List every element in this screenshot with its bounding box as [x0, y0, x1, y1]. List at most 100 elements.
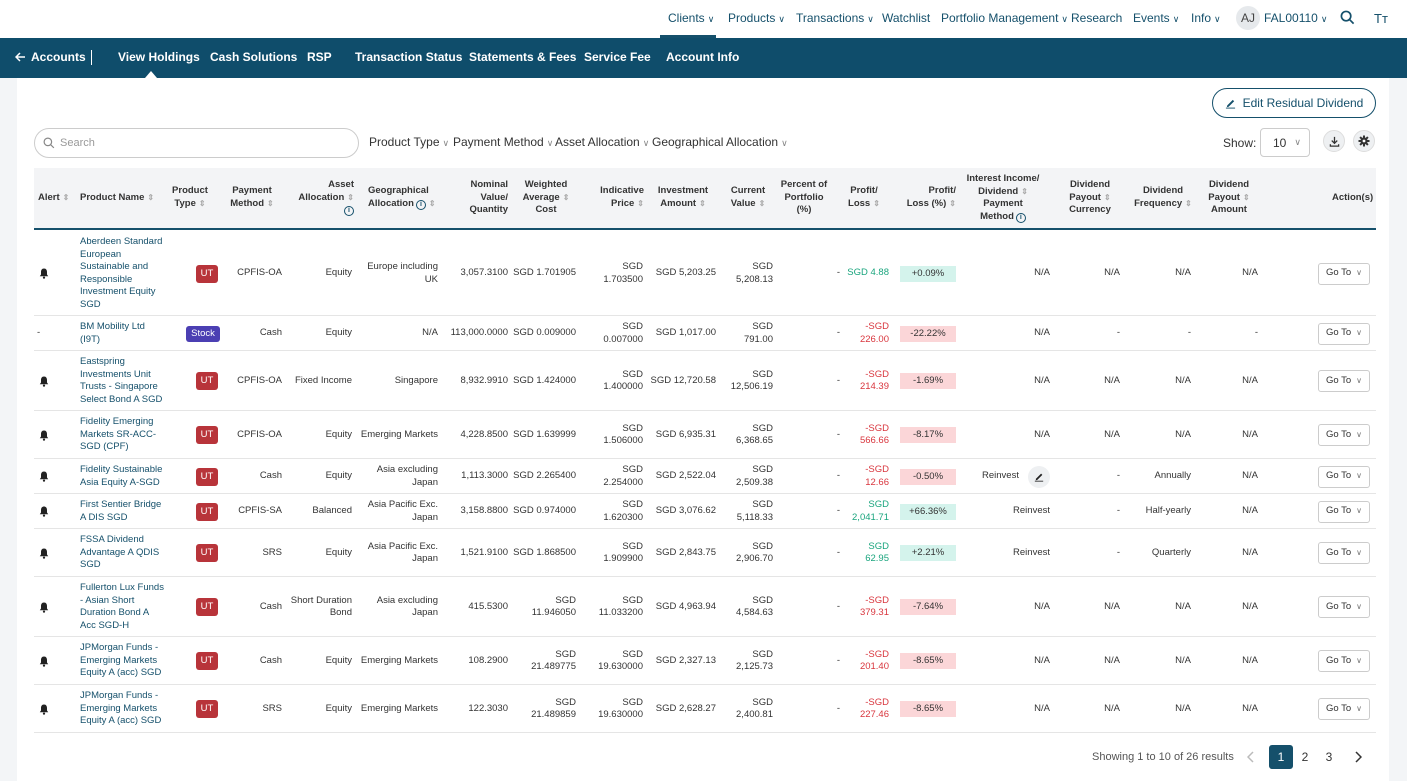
product-name-link[interactable]: BM Mobility Ltd (I9T)	[80, 321, 170, 346]
go-to-dropdown[interactable]: Go To ∨	[1318, 542, 1370, 564]
product-name-link[interactable]: JPMorgan Funds - Emerging Markets Equity A…	[80, 642, 170, 680]
col-payment-method[interactable]: Payment Method ⇕	[230, 185, 274, 210]
col-dividend-amount[interactable]: Dividend Payout ⇕ Amount	[1202, 179, 1256, 217]
col-geographical-allocation[interactable]: Geographical Allocation i ⇕	[368, 185, 448, 210]
bell-icon[interactable]	[39, 376, 49, 392]
go-to-dropdown[interactable]: Go To ∨	[1318, 650, 1370, 672]
page-1-button[interactable]: 1	[1269, 745, 1293, 769]
edit-dividend-method-button[interactable]	[1028, 465, 1050, 488]
product-name-link[interactable]: FSSA Dividend Advantage A QDIS SGD	[80, 534, 170, 572]
product-name-link[interactable]: Aberdeen Standard European Sustainable and…	[80, 236, 170, 311]
go-to-dropdown[interactable]: Go To ∨	[1318, 370, 1370, 392]
bell-icon[interactable]	[39, 268, 49, 284]
go-to-dropdown[interactable]: Go To ∨	[1318, 500, 1370, 523]
product-name-link[interactable]: Fidelity Emerging Markets SR-ACC- SGD (CPF…	[80, 416, 170, 454]
product-name-link[interactable]: JPMorgan Funds - Emerging Markets Equity A…	[80, 690, 170, 728]
bell-icon[interactable]	[39, 704, 49, 720]
filter-geographical-allocation[interactable]: Geographical Allocation ∨	[652, 135, 788, 149]
tab-transaction-status[interactable]: Transaction Status	[355, 50, 462, 64]
col-nominal-value[interactable]: Nominal Value/Quantity	[452, 179, 508, 217]
product-name-link[interactable]: Eastspring Investments Unit Trusts - Singa…	[80, 356, 170, 406]
nav-transactions[interactable]: Transactions ∨	[796, 11, 874, 25]
bell-icon[interactable]	[39, 548, 49, 564]
filter-payment-method[interactable]: Payment Method ∨	[453, 135, 553, 149]
nav-portfolio-management[interactable]: Portfolio Management ∨	[941, 11, 1068, 25]
col-percent-portfolio[interactable]: Percent of Portfolio (%)	[778, 179, 830, 217]
back-to-accounts[interactable]: Accounts	[14, 50, 86, 64]
nav-events[interactable]: Events ∨	[1133, 11, 1179, 25]
product-name-link[interactable]: Fidelity Sustainable Asia Equity A-SGD	[80, 464, 170, 489]
col-current-value[interactable]: Current Value ⇕	[726, 185, 770, 210]
info-icon[interactable]: i	[344, 206, 354, 216]
col-alert[interactable]: Alert ⇕	[38, 192, 69, 205]
tab-cash-solutions[interactable]: Cash Solutions	[210, 50, 297, 64]
cell-line: Short Duration	[290, 594, 352, 606]
col-product-name[interactable]: Product Name ⇕	[80, 192, 154, 205]
col-dividend-currency[interactable]: Dividend Payout ⇕ Currency	[1062, 179, 1118, 217]
col-asset-allocation[interactable]: Asset Allocation ⇕ i	[292, 179, 354, 217]
go-to-dropdown[interactable]: Go To ∨	[1318, 424, 1370, 446]
go-to-dropdown[interactable]: Go To ∨	[1318, 262, 1370, 285]
user-avatar[interactable]: AJ	[1236, 6, 1260, 30]
info-icon[interactable]: i	[415, 199, 426, 210]
tab-service-fee[interactable]: Service Fee	[584, 50, 651, 64]
page-3-button[interactable]: 3	[1317, 745, 1341, 769]
nav-research[interactable]: Research	[1071, 11, 1122, 25]
page-2-button[interactable]: 2	[1293, 745, 1317, 769]
nav-watchlist[interactable]: Watchlist	[882, 11, 930, 25]
col-weighted-average-cost[interactable]: Weighted Average ⇕ Cost	[518, 179, 574, 217]
page-size-select[interactable]: 10 ∨	[1260, 128, 1310, 157]
tab-view-holdings[interactable]: View Holdings	[118, 50, 200, 64]
col-indicative-price[interactable]: Indicative Price ⇕	[584, 185, 644, 210]
product-name-link[interactable]: First Sentier Bridge A DIS SGD	[80, 499, 170, 524]
bell-icon[interactable]	[39, 656, 49, 672]
alert-empty: -	[37, 327, 41, 339]
nav-info[interactable]: Info ∨	[1191, 11, 1221, 25]
bell-icon[interactable]	[39, 471, 49, 487]
next-page-button[interactable]	[1346, 745, 1370, 769]
go-to-dropdown[interactable]: Go To ∨	[1318, 698, 1370, 720]
nav-products[interactable]: Products ∨	[728, 11, 785, 25]
tab-rsp[interactable]: RSP	[307, 50, 332, 64]
edit-residual-dividend-button[interactable]: Edit Residual Dividend	[1212, 88, 1376, 118]
col-dividend-frequency[interactable]: Dividend Frequency ⇕	[1134, 185, 1192, 210]
filter-product-type[interactable]: Product Type ∨	[369, 135, 449, 149]
profit-loss: SGD 62.95	[834, 541, 889, 566]
search-input[interactable]: Search	[34, 128, 359, 158]
user-menu[interactable]: FAL00110 ∨	[1264, 11, 1327, 25]
settings-button[interactable]	[1353, 130, 1375, 152]
cell-line: SGD 0.009000	[513, 327, 576, 339]
nominal-value: 4,228.8500	[440, 429, 508, 442]
tab-account-info[interactable]: Account Info	[666, 50, 739, 64]
asset-allocation: Equity	[274, 470, 352, 483]
chevron-down-icon: ∨	[1356, 703, 1363, 713]
payment-method: Cash	[259, 600, 282, 612]
info-icon[interactable]: i	[1015, 212, 1026, 223]
go-to-dropdown[interactable]: Go To ∨	[1318, 596, 1370, 618]
col-product-type[interactable]: Product Type ⇕	[170, 185, 210, 210]
bell-icon[interactable]	[39, 602, 49, 618]
nav-clients[interactable]: Clients ∨	[668, 11, 714, 25]
col-investment-amount[interactable]: Investment Amount ⇕	[652, 185, 714, 210]
payment-method: CPFIS-OA	[237, 267, 282, 279]
cell-line: SGD	[80, 298, 101, 310]
font-size-icon[interactable]: Tт	[1374, 11, 1388, 26]
download-button[interactable]	[1323, 130, 1345, 152]
product-name-link[interactable]: Fullerton Lux Funds - Asian Short Duration…	[80, 582, 170, 632]
bell-icon[interactable]	[39, 430, 49, 446]
bell-icon[interactable]	[39, 506, 49, 522]
chevron-down-icon: ∨	[781, 138, 788, 148]
go-to-label: Go To	[1325, 702, 1352, 714]
profit-loss-pct: +66.36%	[900, 503, 956, 520]
tab-statements-fees[interactable]: Statements & Fees	[469, 50, 576, 64]
col-profit-loss-pct[interactable]: Profit/Loss (%) ⇕	[900, 185, 956, 210]
search-icon[interactable]	[1340, 10, 1355, 28]
go-to-dropdown[interactable]: Go To ∨	[1318, 465, 1370, 488]
go-to-dropdown[interactable]: Go To ∨	[1318, 322, 1370, 345]
filter-asset-allocation[interactable]: Asset Allocation ∨	[555, 135, 649, 149]
col-interest-income[interactable]: Interest Income/Dividend ⇕ Payment Method i	[962, 173, 1044, 223]
prev-page-button[interactable]	[1239, 745, 1263, 769]
sort-icon: ⇕	[267, 198, 274, 208]
col-profit-loss[interactable]: Profit/Loss ⇕	[842, 185, 886, 210]
weighted-average-cost: SGD 1.868500	[510, 547, 576, 560]
